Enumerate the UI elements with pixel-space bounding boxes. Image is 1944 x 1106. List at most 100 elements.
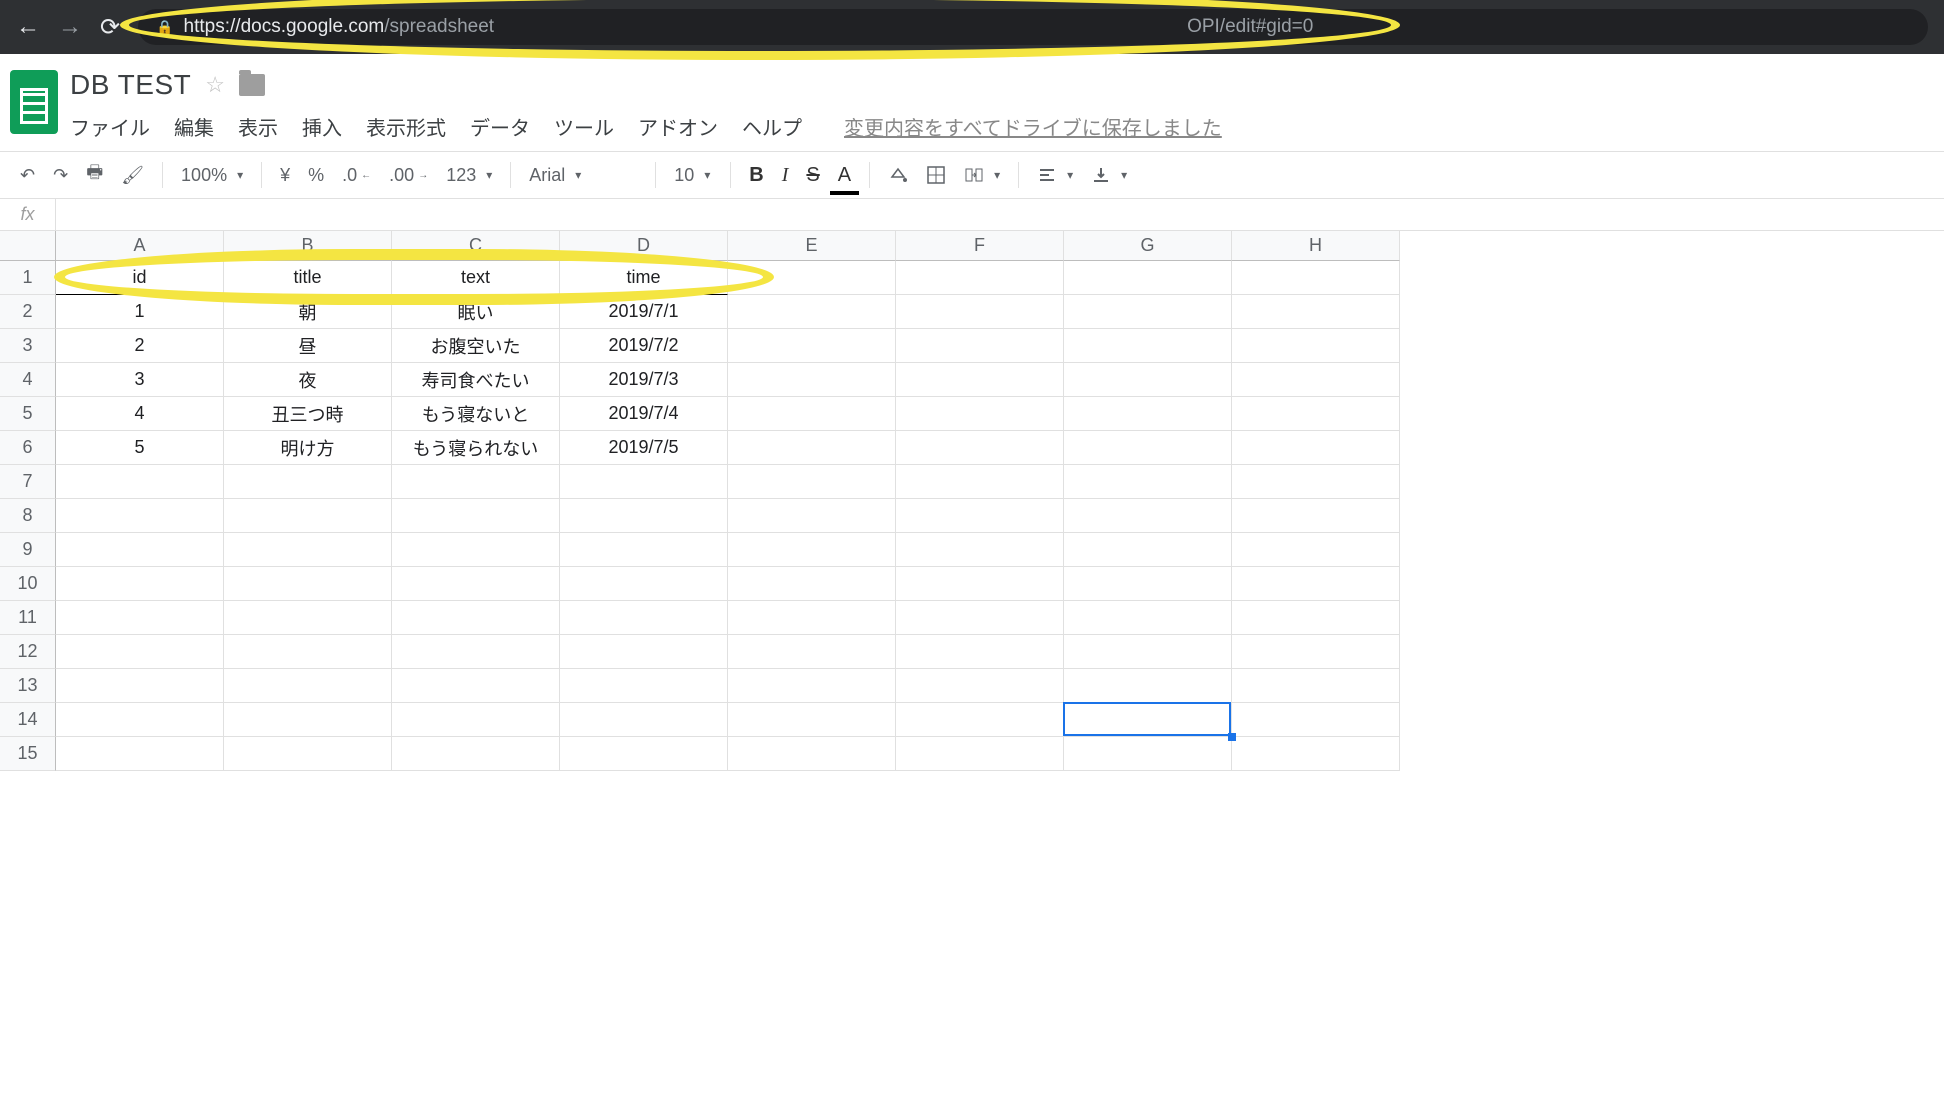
menu-addons[interactable]: アドオン bbox=[638, 112, 718, 141]
row-header-8[interactable]: 8 bbox=[0, 499, 56, 533]
cell-D3[interactable]: 2019/7/2 bbox=[560, 329, 728, 363]
cell-D14[interactable] bbox=[560, 703, 728, 737]
cell-G15[interactable] bbox=[1064, 737, 1232, 771]
cell-F15[interactable] bbox=[896, 737, 1064, 771]
cell-G12[interactable] bbox=[1064, 635, 1232, 669]
cell-E9[interactable] bbox=[728, 533, 896, 567]
format-currency-button[interactable]: ¥ bbox=[274, 161, 296, 190]
cell-C4[interactable]: 寿司食べたい bbox=[392, 363, 560, 397]
column-header-F[interactable]: F bbox=[896, 231, 1064, 261]
cell-B6[interactable]: 明け方 bbox=[224, 431, 392, 465]
cell-H3[interactable] bbox=[1232, 329, 1400, 363]
column-header-H[interactable]: H bbox=[1232, 231, 1400, 261]
cell-C12[interactable] bbox=[392, 635, 560, 669]
cell-A10[interactable] bbox=[56, 567, 224, 601]
cell-H8[interactable] bbox=[1232, 499, 1400, 533]
cell-A11[interactable] bbox=[56, 601, 224, 635]
cell-A13[interactable] bbox=[56, 669, 224, 703]
column-header-A[interactable]: A bbox=[56, 231, 224, 261]
column-header-B[interactable]: B bbox=[224, 231, 392, 261]
address-bar[interactable]: 🔒 https://docs.google.com/spreadsheetxxx… bbox=[138, 9, 1928, 45]
cell-F2[interactable] bbox=[896, 295, 1064, 329]
cell-C3[interactable]: お腹空いた bbox=[392, 329, 560, 363]
text-color-button[interactable]: A bbox=[832, 160, 857, 191]
number-format-dropdown[interactable]: 123 bbox=[440, 161, 498, 190]
formula-input[interactable] bbox=[56, 199, 1944, 230]
cell-B13[interactable] bbox=[224, 669, 392, 703]
cell-C6[interactable]: もう寝られない bbox=[392, 431, 560, 465]
increase-decimal-button[interactable]: .00→ bbox=[383, 161, 434, 190]
column-header-G[interactable]: G bbox=[1064, 231, 1232, 261]
format-percent-button[interactable]: % bbox=[302, 161, 330, 190]
cell-H14[interactable] bbox=[1232, 703, 1400, 737]
row-header-15[interactable]: 15 bbox=[0, 737, 56, 771]
cell-E13[interactable] bbox=[728, 669, 896, 703]
cell-E5[interactable] bbox=[728, 397, 896, 431]
cell-H11[interactable] bbox=[1232, 601, 1400, 635]
cell-H6[interactable] bbox=[1232, 431, 1400, 465]
cell-D11[interactable] bbox=[560, 601, 728, 635]
menu-file[interactable]: ファイル bbox=[70, 112, 150, 141]
vertical-align-button[interactable] bbox=[1085, 161, 1133, 189]
sheets-logo-icon[interactable] bbox=[10, 70, 58, 134]
cell-B7[interactable] bbox=[224, 465, 392, 499]
cell-D10[interactable] bbox=[560, 567, 728, 601]
cell-G3[interactable] bbox=[1064, 329, 1232, 363]
folder-icon[interactable] bbox=[239, 74, 265, 96]
column-header-D[interactable]: D bbox=[560, 231, 728, 261]
cell-F3[interactable] bbox=[896, 329, 1064, 363]
cell-A1[interactable]: id bbox=[56, 261, 224, 295]
cell-G5[interactable] bbox=[1064, 397, 1232, 431]
reload-button[interactable]: ⟳ bbox=[100, 13, 120, 42]
cell-H9[interactable] bbox=[1232, 533, 1400, 567]
cell-B2[interactable]: 朝 bbox=[224, 295, 392, 329]
cell-D13[interactable] bbox=[560, 669, 728, 703]
cell-E10[interactable] bbox=[728, 567, 896, 601]
cell-H13[interactable] bbox=[1232, 669, 1400, 703]
cell-G1[interactable] bbox=[1064, 261, 1232, 295]
row-header-9[interactable]: 9 bbox=[0, 533, 56, 567]
cell-B12[interactable] bbox=[224, 635, 392, 669]
cell-D15[interactable] bbox=[560, 737, 728, 771]
cell-G14[interactable] bbox=[1064, 703, 1232, 737]
cell-E3[interactable] bbox=[728, 329, 896, 363]
cell-F8[interactable] bbox=[896, 499, 1064, 533]
cell-F12[interactable] bbox=[896, 635, 1064, 669]
row-header-6[interactable]: 6 bbox=[0, 431, 56, 465]
cell-E4[interactable] bbox=[728, 363, 896, 397]
cell-G9[interactable] bbox=[1064, 533, 1232, 567]
cell-F7[interactable] bbox=[896, 465, 1064, 499]
row-header-11[interactable]: 11 bbox=[0, 601, 56, 635]
cell-G11[interactable] bbox=[1064, 601, 1232, 635]
redo-button[interactable]: ↷ bbox=[47, 161, 74, 190]
zoom-dropdown[interactable]: 100% bbox=[175, 161, 249, 190]
cell-D4[interactable]: 2019/7/3 bbox=[560, 363, 728, 397]
cell-H4[interactable] bbox=[1232, 363, 1400, 397]
cell-C10[interactable] bbox=[392, 567, 560, 601]
cell-A6[interactable]: 5 bbox=[56, 431, 224, 465]
row-header-3[interactable]: 3 bbox=[0, 329, 56, 363]
cell-F5[interactable] bbox=[896, 397, 1064, 431]
font-family-dropdown[interactable]: Arial bbox=[523, 161, 643, 190]
row-header-10[interactable]: 10 bbox=[0, 567, 56, 601]
decrease-decimal-button[interactable]: .0← bbox=[336, 161, 377, 190]
cell-D8[interactable] bbox=[560, 499, 728, 533]
cell-E1[interactable] bbox=[728, 261, 896, 295]
spreadsheet-grid[interactable]: ABCDEFGH1idtitletexttime21朝眠い2019/7/132昼… bbox=[0, 231, 1944, 771]
cell-F1[interactable] bbox=[896, 261, 1064, 295]
cell-A14[interactable] bbox=[56, 703, 224, 737]
cell-B9[interactable] bbox=[224, 533, 392, 567]
row-header-5[interactable]: 5 bbox=[0, 397, 56, 431]
cell-A3[interactable]: 2 bbox=[56, 329, 224, 363]
cell-H1[interactable] bbox=[1232, 261, 1400, 295]
italic-button[interactable]: I bbox=[776, 160, 795, 191]
document-title[interactable]: DB TEST bbox=[70, 69, 191, 101]
cell-B11[interactable] bbox=[224, 601, 392, 635]
cell-D6[interactable]: 2019/7/5 bbox=[560, 431, 728, 465]
cell-B15[interactable] bbox=[224, 737, 392, 771]
cell-A4[interactable]: 3 bbox=[56, 363, 224, 397]
cell-H15[interactable] bbox=[1232, 737, 1400, 771]
menu-format[interactable]: 表示形式 bbox=[366, 112, 446, 141]
menu-data[interactable]: データ bbox=[470, 112, 530, 141]
cell-F14[interactable] bbox=[896, 703, 1064, 737]
